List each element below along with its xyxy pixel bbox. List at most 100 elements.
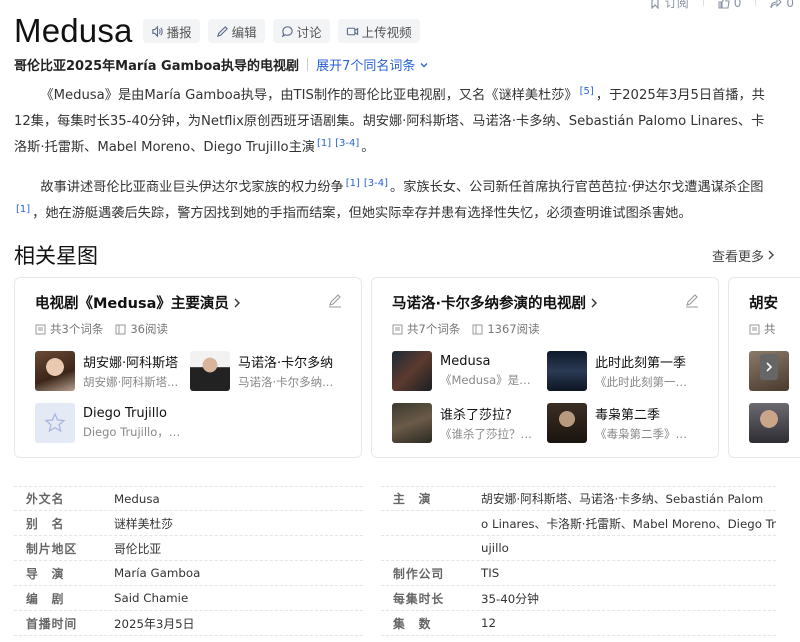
upload-video-button[interactable]: 上传视频	[337, 19, 420, 43]
upload-video-label: 上传视频	[361, 24, 412, 40]
pencil-icon[interactable]	[327, 292, 343, 308]
reference-link[interactable]: [5]	[580, 86, 594, 97]
document-icon	[749, 324, 760, 334]
view-more-link[interactable]: 查看更多	[712, 246, 776, 265]
like-button[interactable]: 0	[718, 0, 741, 11]
discuss-button[interactable]: 讨论	[272, 19, 330, 43]
card-meta: 共	[749, 321, 800, 337]
info-value: TIS	[481, 566, 500, 580]
show-name: 此时此刻第一季	[595, 356, 687, 371]
info-row: 每集时长 35-40分钟	[381, 586, 776, 611]
show-desc: 《毒枭第二季》由...	[595, 427, 695, 441]
info-key: 每集时长	[393, 591, 445, 606]
reference-link[interactable]: [3-4]	[335, 138, 359, 149]
star-map-card[interactable]: 马诺洛·卡尔多纳参演的电视剧 共7个词条 1367阅读 Medusa 《Medus…	[371, 277, 719, 458]
share-button[interactable]: 0	[770, 0, 794, 11]
share-count: 0	[786, 0, 794, 10]
subscribe-label: 订阅	[664, 0, 689, 10]
discuss-label: 讨论	[296, 24, 322, 40]
carousel-next-button[interactable]	[760, 354, 778, 380]
play-audio-button[interactable]: 播报	[142, 19, 200, 43]
view-more-label: 查看更多	[711, 249, 764, 265]
star-placeholder-icon	[44, 412, 66, 433]
info-key: 首播时间	[26, 616, 78, 631]
info-value: 12	[481, 616, 497, 630]
read-count-text: 36阅读	[130, 322, 168, 336]
bookmark-icon	[651, 0, 659, 9]
lemma-description: 哥伦比亚2025年María Gamboa执导的电视剧	[14, 59, 300, 74]
summary-paragraph: 《Medusa》是由María Gamboa执导，由TIS制作的哥伦比亚电视剧，…	[14, 83, 776, 161]
info-key: 外文名	[26, 492, 65, 506]
show-name: Medusa	[440, 354, 491, 369]
reference-link[interactable]: [1]	[16, 204, 30, 215]
list-item[interactable]: 马诺洛·卡尔多纳 马诺洛·卡尔多纳...	[190, 351, 340, 391]
person-desc: Diego Trujillo，19...	[83, 425, 183, 439]
card-title-text: 马诺洛·卡尔多纳参演的电视剧	[392, 296, 587, 312]
star-map-card[interactable]: 电视剧《Medusa》主要演员 共3个词条 36阅读 胡安娜·阿科斯塔 胡安娜·阿…	[14, 277, 362, 458]
info-row: 首播时间 2025年3月5日	[14, 611, 364, 636]
entry-count: 共7个词条	[392, 321, 460, 337]
entry-count: 共	[749, 321, 776, 337]
lemma-summary: 《Medusa》是由María Gamboa执导，由TIS制作的哥伦比亚电视剧，…	[14, 83, 776, 241]
avatar-placeholder	[35, 403, 75, 443]
info-key: 制作公司	[393, 566, 445, 581]
list-item[interactable]: Medusa 《Medusa》是由...	[392, 351, 547, 391]
info-value: 2025年3月5日	[114, 616, 195, 631]
page-title: Medusa	[14, 12, 133, 49]
list-item[interactable]: 此时此刻第一季 《此时此刻第一季...	[547, 351, 697, 391]
speaker-icon	[151, 25, 163, 37]
summary-text: 。家族长女、公司新任首席执行官芭芭拉·伊达尔戈遭遇谋杀企图	[390, 180, 764, 195]
book-icon	[472, 324, 483, 334]
poster-thumbnail	[392, 403, 432, 443]
card-title[interactable]: 马诺洛·卡尔多纳参演的电视剧	[392, 292, 698, 313]
summary-text: 故事讲述哥伦比亚商业巨头伊达尔戈家族的权力纷争	[40, 180, 344, 195]
avatar[interactable]	[749, 403, 789, 443]
title-row: Medusa 播报 编辑 讨论 上传视频	[14, 12, 420, 50]
show-name: 毒枭第二季	[595, 408, 661, 423]
person-desc: 马诺洛·卡尔多纳...	[238, 375, 334, 389]
same-name-label: 展开7个同名词条	[316, 59, 416, 74]
info-value: o Linares、卡洛斯·托雷斯、Mabel Moreno、Diego Tr	[481, 516, 776, 531]
edit-button[interactable]: 编辑	[207, 19, 265, 43]
info-value: 哥伦比亚	[114, 541, 162, 556]
info-key: 集 数	[393, 616, 432, 631]
same-name-entries-link[interactable]: 展开7个同名词条	[316, 55, 429, 74]
card-title[interactable]: 电视剧《Medusa》主要演员	[35, 292, 341, 313]
info-row: 外文名 Medusa	[14, 486, 364, 511]
edit-label: 编辑	[231, 24, 257, 40]
list-item[interactable]: Diego Trujillo Diego Trujillo，19...	[35, 403, 190, 443]
share-icon	[770, 0, 783, 8]
read-count: 36阅读	[115, 321, 168, 337]
reference-link[interactable]: [3-4]	[364, 178, 388, 189]
pencil-icon[interactable]	[684, 292, 700, 308]
info-column-left: 外文名 Medusa 别 名 谜样美杜莎 制片地区 哥伦比亚 导 演 María Gam…	[14, 486, 364, 636]
summary-text: 《Medusa》是由María Gamboa执导，由TIS制作的哥伦比亚电视剧，…	[40, 88, 578, 103]
chat-bubble-icon	[281, 25, 293, 37]
reference-link[interactable]: [1]	[317, 138, 331, 149]
info-value: Medusa	[114, 491, 160, 506]
reference-link[interactable]: [1]	[346, 178, 360, 189]
card-title-text: 电视剧《Medusa》主要演员	[35, 296, 229, 312]
pencil-icon	[216, 25, 228, 37]
people-grid: Medusa 《Medusa》是由... 此时此刻第一季 《此时此刻第一季... 谁…	[392, 351, 698, 443]
info-value: Said Chamie	[114, 591, 189, 605]
chevron-down-icon	[420, 62, 428, 67]
info-row: 导 演 María Gamboa	[14, 561, 364, 586]
poster-thumbnail	[547, 403, 587, 443]
top-stats: 订阅 0 0	[649, 0, 794, 11]
entry-count-text: 共	[764, 322, 776, 336]
info-row: 制作公司 TIS	[381, 561, 776, 586]
info-key: 导 演	[26, 566, 65, 581]
card-title-text[interactable]: 胡安	[749, 292, 800, 313]
list-item[interactable]: 谁杀了莎拉? 《谁杀了莎拉？》...	[392, 403, 547, 443]
subscribe-button[interactable]: 订阅	[649, 0, 689, 11]
list-item[interactable]: 毒枭第二季《毒枭第二季》由...	[547, 403, 697, 443]
show-desc: 《此时此刻第一季...	[595, 375, 695, 389]
person-name: 胡安娜·阿科斯塔	[83, 356, 179, 371]
chevron-right-icon	[766, 362, 773, 372]
poster-thumbnail	[392, 351, 432, 391]
info-row: 编 剧 Said Chamie	[14, 586, 364, 611]
list-item[interactable]: 胡安娜·阿科斯塔 胡安娜·阿科斯塔...	[35, 351, 190, 391]
subtitle-row: 哥伦比亚2025年María Gamboa执导的电视剧 展开7个同名词条	[14, 55, 429, 74]
entry-count-text: 共7个词条	[407, 322, 461, 336]
